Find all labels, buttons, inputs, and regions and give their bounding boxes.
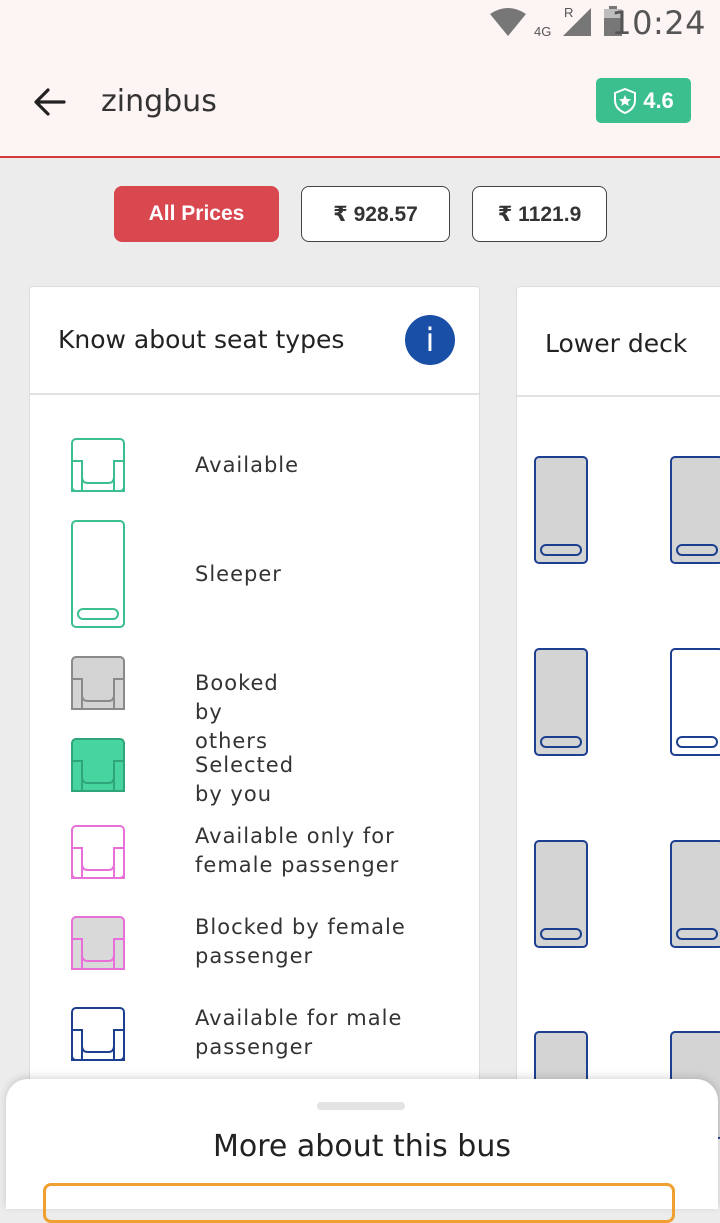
- signal-icon: [563, 8, 591, 36]
- seat-selected-icon: [71, 738, 125, 792]
- lower-deck-title: Lower deck: [545, 329, 688, 358]
- legend-label: Available only for female passenger: [195, 824, 400, 877]
- seat-booked-icon: [71, 656, 125, 710]
- legend-label: Booked by others: [195, 671, 279, 753]
- filter-price-1[interactable]: ₹ 928.57: [301, 186, 450, 242]
- status-bar: 4G R 10:24: [0, 0, 720, 46]
- lower-deck-card: Lower deck: [516, 286, 720, 1139]
- sleeper-seat-booked: [670, 840, 720, 948]
- sleeper-icon: [71, 520, 125, 628]
- seat-types-header: Know about seat types i: [30, 287, 479, 395]
- rating-badge[interactable]: 4.6: [596, 78, 691, 123]
- rating-value: 4.6: [643, 87, 674, 113]
- seat-female-blocked-icon: [71, 916, 125, 970]
- seat-available-icon: [71, 438, 125, 492]
- network-type-label: 4G: [534, 24, 552, 39]
- filter-all-prices[interactable]: All Prices: [114, 186, 279, 242]
- sleeper-seat-booked: [670, 456, 720, 564]
- sleeper-seat-booked: [534, 456, 588, 564]
- seat-male-icon: [71, 1007, 125, 1061]
- seat-female-icon: [71, 825, 125, 879]
- sleeper-seat-male-available[interactable]: [669, 647, 720, 757]
- legend-label: Available for male passenger: [195, 1006, 403, 1059]
- back-button[interactable]: [28, 80, 74, 124]
- seat-types-title: Know about seat types: [58, 325, 345, 354]
- legend-label: Selected by you: [195, 753, 295, 806]
- sleeper-seat-booked: [534, 840, 588, 948]
- legend-label: Sleeper: [195, 562, 282, 586]
- bottom-sheet[interactable]: More about this bus: [6, 1079, 718, 1223]
- info-icon[interactable]: i: [405, 315, 455, 365]
- bottom-sheet-title: More about this bus: [213, 1129, 511, 1164]
- app-bar: zingbus 4.6: [0, 46, 720, 158]
- filter-price-2[interactable]: ₹ 1121.9: [472, 186, 607, 242]
- sheet-drag-handle[interactable]: [317, 1102, 405, 1110]
- status-time: 10:24: [611, 4, 706, 42]
- wifi-icon: [490, 8, 526, 36]
- bus-info-box: [43, 1183, 675, 1223]
- legend-label: Available: [195, 453, 300, 477]
- arrow-left-icon: [34, 88, 66, 116]
- lower-deck-header: Lower deck: [517, 287, 720, 397]
- shield-star-icon: [614, 87, 637, 114]
- page-title: zingbus: [101, 84, 217, 119]
- seat-types-card: Know about seat types i Available Sleepe…: [29, 286, 480, 1108]
- legend-label: Blocked by female passenger: [195, 915, 406, 968]
- sleeper-seat-booked: [534, 648, 588, 756]
